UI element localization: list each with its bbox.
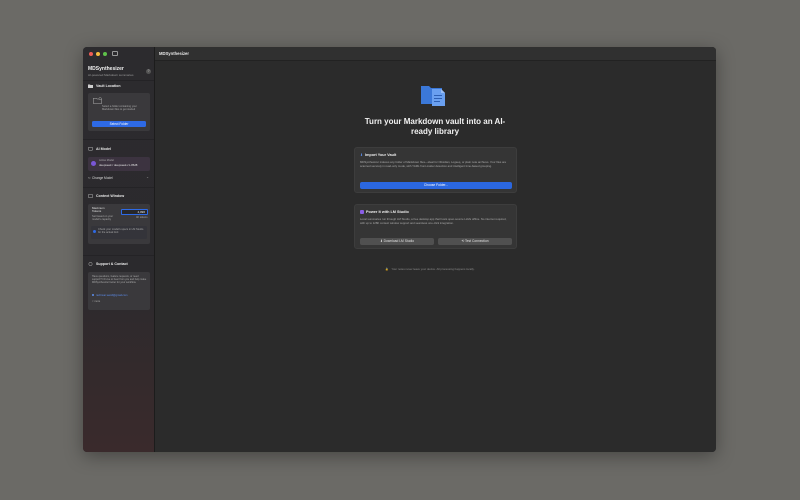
max-tokens-input[interactable]: 4,096 <box>121 209 148 215</box>
minimize-window-button[interactable] <box>96 52 100 56</box>
divider <box>83 80 154 81</box>
window-icon <box>88 194 93 198</box>
active-model-value: deepseek / deepseek-r1-0528 <box>99 163 138 167</box>
app-subtitle: AI-powered Markdown summaries <box>88 73 134 77</box>
tokens-unit: 4K tokens <box>136 216 148 219</box>
sidebar: MDSynthesizer AI-powered Markdown summar… <box>83 47 155 452</box>
lm-studio-icon <box>360 210 364 214</box>
import-panel-heading: Import Your Vault <box>364 153 397 157</box>
support-email-link[interactable]: rechman.weird@gmail.com <box>92 294 127 297</box>
divider <box>83 187 154 188</box>
lm-studio-panel-heading: Power It with LM Studio <box>366 210 409 214</box>
download-icon: ⬇ <box>360 153 363 157</box>
test-connection-button[interactable]: ⟲ Test Connection <box>438 238 512 245</box>
lm-studio-panel-body: Local summaries run through LM Studio, a… <box>360 217 507 225</box>
support-description: Have questions, feature requests, or nee… <box>92 275 147 285</box>
max-tokens-description: Set based on your model's capacity <box>92 215 114 222</box>
model-icon <box>91 161 96 166</box>
support-section-heading: Support & Contact <box>88 262 128 266</box>
folder-icon <box>88 84 93 88</box>
app-title: MDSynthesizer <box>88 66 124 72</box>
change-model-dropdown[interactable]: ↻ Change Model ⌄ <box>88 175 150 181</box>
mail-icon <box>92 294 94 296</box>
divider <box>83 139 154 140</box>
context-hint-box: Check your model's specs in LM Studio fo… <box>91 226 147 239</box>
title-bar: MDSynthesizer <box>155 47 716 61</box>
model-section-heading: AI Model <box>88 147 111 151</box>
vault-section-heading: Vault Location <box>88 84 121 88</box>
help-icon[interactable]: ? <box>146 69 151 74</box>
support-icon <box>88 262 93 266</box>
close-window-button[interactable] <box>89 52 93 56</box>
lm-studio-panel: Power It with LM Studio Local summaries … <box>354 204 517 249</box>
lock-icon: 🔒 <box>385 267 389 271</box>
info-icon <box>93 230 96 233</box>
chevron-down-icon: ⌄ <box>146 175 149 179</box>
select-folder-button[interactable]: Select Folder <box>92 121 146 127</box>
folder-add-icon <box>93 97 102 104</box>
support-card: Have questions, feature requests, or nee… <box>88 272 150 310</box>
import-panel-body: MDSynthesizer indexes any folder of Mark… <box>360 160 507 168</box>
maximize-window-button[interactable] <box>103 52 107 56</box>
main-content: MDSynthesizer Turn your Markdown vault i… <box>155 47 716 452</box>
refresh-icon: ↻ <box>88 176 91 180</box>
active-model-label: Active Model <box>99 159 114 162</box>
active-model-card: Active Model deepseek / deepseek-r1-0528 <box>88 157 150 171</box>
more-link[interactable]: < more <box>92 300 100 303</box>
download-lm-studio-button[interactable]: ⬇ Download LM Studio <box>360 238 434 245</box>
max-tokens-label: Maximum Tokens <box>92 206 105 214</box>
vault-card: Select a folder containing your Markdown… <box>88 93 150 131</box>
window-controls <box>89 52 107 56</box>
privacy-note: 🔒 Your notes never leave your device. Al… <box>385 267 475 271</box>
context-section-heading: Context Window <box>88 194 124 198</box>
vault-description: Select a folder containing your Markdown… <box>102 105 137 112</box>
sidebar-toggle-icon[interactable] <box>112 51 118 56</box>
vault-document-icon <box>421 86 445 106</box>
context-card: Maximum Tokens Set based on your model's… <box>88 204 150 244</box>
app-window: MDSynthesizer AI-powered Markdown summar… <box>83 47 716 452</box>
import-vault-panel: ⬇ Import Your Vault MDSynthesizer indexe… <box>354 147 517 193</box>
choose-folder-button[interactable]: Choose Folder... <box>360 182 512 189</box>
hero-title: Turn your Markdown vault into an AI-read… <box>364 117 506 136</box>
chat-icon <box>88 147 93 151</box>
divider <box>83 255 154 256</box>
context-hint: Check your model's specs in LM Studio fo… <box>98 228 144 235</box>
window-title: MDSynthesizer <box>159 51 190 56</box>
